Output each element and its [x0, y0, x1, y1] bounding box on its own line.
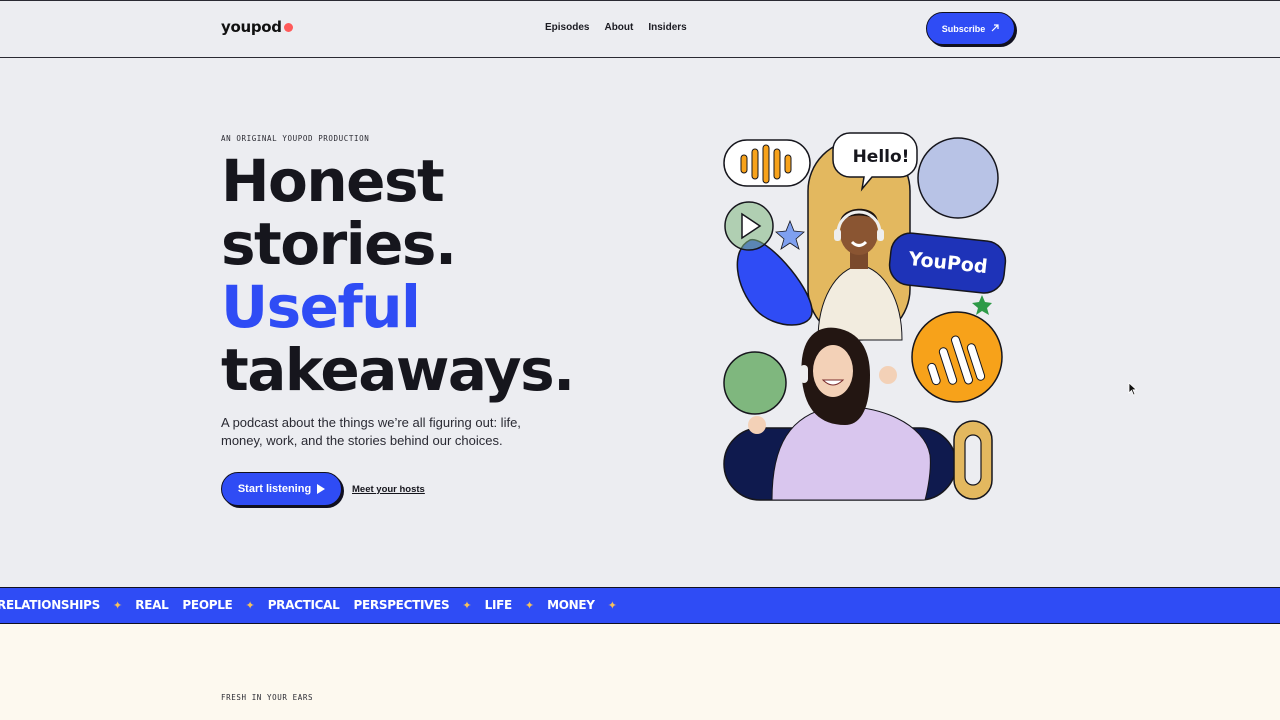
marquee-item: PEOPLE — [182, 598, 233, 612]
site-header: youpod Episodes About Insiders Subscribe — [0, 0, 1280, 58]
meet-hosts-link[interactable]: Meet your hosts — [352, 484, 425, 495]
sparkle-icon: ✦ — [245, 599, 255, 612]
marquee-track: RELATIONSHIPS ✦ REAL PEOPLE ✦ PRACTICAL … — [0, 598, 630, 612]
nav-insiders[interactable]: Insiders — [648, 22, 686, 33]
marquee-item: PERSPECTIVES — [353, 598, 450, 612]
headline-line-2: stories. — [221, 210, 457, 278]
sparkle-icon: ✦ — [113, 599, 123, 612]
hero-illustration: Hello! YouPod — [723, 132, 1007, 501]
lavender-circle — [917, 137, 999, 219]
sparkle-icon: ✦ — [462, 599, 472, 612]
headline-line-1: Honest — [221, 147, 445, 215]
headline-line-4: takeaways. — [221, 336, 575, 404]
hero-kicker: AN ORIGINAL YOUPOD PRODUCTION — [221, 134, 370, 143]
topics-marquee: RELATIONSHIPS ✦ REAL PEOPLE ✦ PRACTICAL … — [0, 587, 1280, 624]
marquee-item: PRACTICAL — [267, 598, 340, 612]
hello-text: Hello! — [853, 147, 910, 167]
mouse-cursor-icon — [1128, 382, 1138, 396]
start-listening-button[interactable]: Start listening — [221, 472, 342, 506]
marquee-item: MONEY — [547, 598, 595, 612]
subscribe-label: Subscribe — [941, 23, 986, 34]
logo-text: youpod — [221, 18, 282, 36]
blue-blob-shape — [736, 239, 813, 326]
hero-headline: Honest stories. Useful takeaways. — [221, 147, 575, 404]
subscribe-button[interactable]: Subscribe — [926, 12, 1015, 45]
nav-about[interactable]: About — [604, 22, 633, 33]
episodes-section — [0, 624, 1280, 720]
marquee-item: LIFE — [484, 598, 513, 612]
gold-capsule-shape — [953, 420, 993, 500]
green-star-icon — [972, 295, 992, 315]
headline-line-3: Useful — [221, 273, 421, 341]
star-icon — [775, 219, 805, 250]
section-kicker: FRESH IN YOUR EARS — [221, 693, 314, 702]
green-circle — [723, 351, 787, 415]
sparkle-icon: ✦ — [607, 599, 617, 612]
main-nav: Episodes About Insiders — [545, 22, 687, 33]
start-listening-label: Start listening — [237, 483, 312, 495]
arrow-up-right-icon — [991, 23, 999, 34]
youpod-badge: YouPod — [888, 232, 1007, 294]
bars-circle-icon — [911, 311, 1003, 403]
soundwave-bubble-icon — [723, 139, 811, 187]
marquee-item: RELATIONSHIPS — [0, 598, 101, 612]
logo[interactable]: youpod — [221, 18, 293, 36]
hero-description: A podcast about the things we’re all fig… — [221, 415, 521, 448]
sparkle-icon: ✦ — [524, 599, 535, 612]
nav-episodes[interactable]: Episodes — [545, 22, 589, 33]
woman-avatar — [748, 327, 931, 501]
play-icon — [317, 484, 326, 494]
logo-dot-icon — [283, 22, 293, 32]
marquee-item: REAL — [135, 598, 169, 612]
play-circle-icon — [724, 201, 774, 251]
